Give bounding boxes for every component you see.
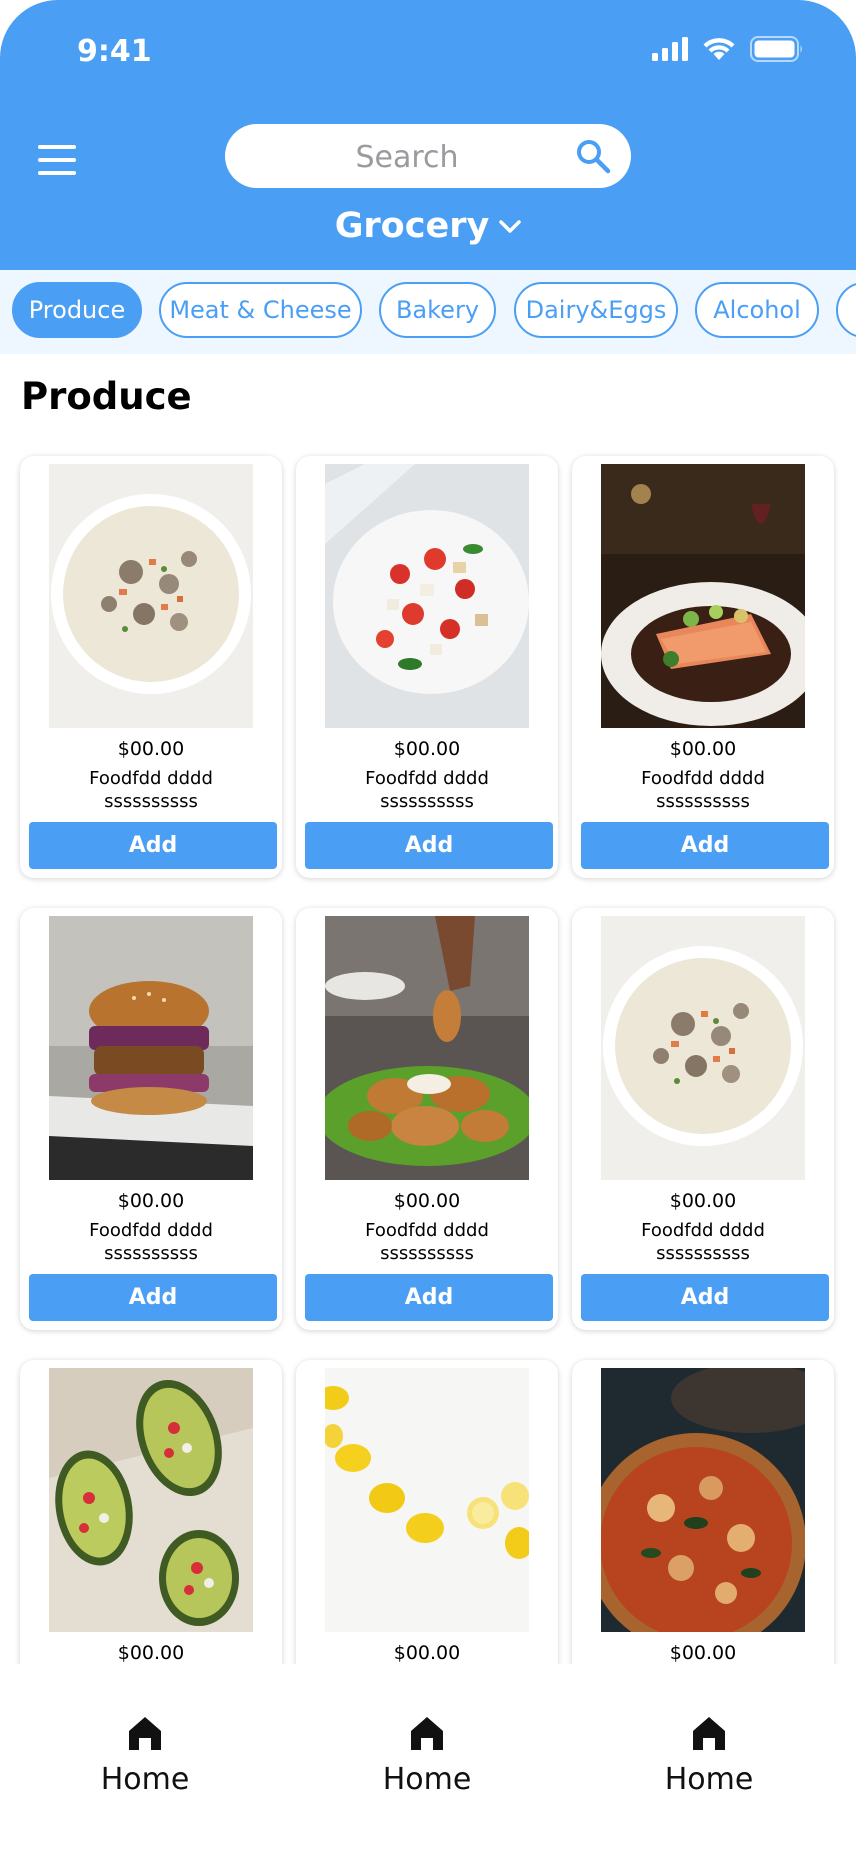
menu-line-icon <box>38 145 76 149</box>
product-price: $00.00 <box>117 1642 185 1664</box>
status-time: 9:41 <box>77 34 152 69</box>
product-title: Foodfdd dddd <box>365 768 489 789</box>
search-input[interactable] <box>255 124 559 190</box>
hamburger-menu-button[interactable] <box>38 145 76 175</box>
product-subtitle: ssssssssss <box>104 1243 198 1264</box>
product-price: $00.00 <box>117 738 185 760</box>
category-tabs: Produce Meat & Cheese Bakery Dairy&Eggs … <box>0 270 856 354</box>
category-chip-more[interactable] <box>836 282 856 338</box>
section-title: Produce <box>21 375 192 418</box>
product-subtitle: ssssssssss <box>380 791 474 812</box>
burger-image <box>49 916 253 1180</box>
product-name: Foodfdd dddd ssssssssss <box>20 1219 282 1265</box>
product-subtitle: ssssssssss <box>104 791 198 812</box>
category-chip-alcohol[interactable]: Alcohol <box>695 282 819 338</box>
stuffed-avocado-image <box>49 1368 253 1632</box>
salmon-plate-image <box>601 464 805 728</box>
product-price: $00.00 <box>393 738 461 760</box>
tomato-salad-image <box>325 464 529 728</box>
tab-label: Home <box>100 1762 190 1797</box>
category-chip-bakery[interactable]: Bakery <box>379 282 496 338</box>
product-price: $00.00 <box>393 1642 461 1664</box>
clam-chowder-image <box>601 916 805 1180</box>
product-subtitle: ssssssssss <box>656 1243 750 1264</box>
product-card[interactable]: $00.00 Foodfdd dddd ssssssssss Add <box>20 908 282 1330</box>
product-price: $00.00 <box>669 1190 737 1212</box>
product-name: Foodfdd dddd ssssssssss <box>20 767 282 813</box>
tab-home-2[interactable]: Home <box>327 1714 527 1797</box>
store-label: Grocery <box>334 206 490 246</box>
add-button[interactable]: Add <box>29 822 277 869</box>
product-card[interactable]: $00.00 Foodfdd dddd ssssssssss Add <box>296 456 558 878</box>
product-card[interactable]: $00.00 Foodfdd dddd ssssssssss Add <box>20 456 282 878</box>
product-name: Foodfdd dddd ssssssssss <box>296 1219 558 1265</box>
bottom-tab-bar: Home Home Home <box>0 1664 856 1852</box>
tab-home-1[interactable]: Home <box>45 1714 245 1797</box>
product-name: Foodfdd dddd ssssssssss <box>572 767 834 813</box>
product-price: $00.00 <box>117 1190 185 1212</box>
product-title: Foodfdd dddd <box>641 768 765 789</box>
product-price: $00.00 <box>669 738 737 760</box>
product-card[interactable]: $00.00 Foodfdd dddd ssssssssss Add <box>296 908 558 1330</box>
search-bar <box>225 124 631 190</box>
chevron-down-icon <box>499 220 522 233</box>
tab-label: Home <box>382 1762 472 1797</box>
wifi-icon <box>703 38 735 60</box>
category-chip-meat-cheese[interactable]: Meat & Cheese <box>159 282 362 338</box>
pizza-image <box>601 1368 805 1632</box>
product-card[interactable]: $00.00 Foodfdd dddd ssssssssss Add <box>572 456 834 878</box>
menu-line-icon <box>38 171 76 175</box>
store-selector[interactable]: Grocery <box>0 206 856 246</box>
add-button[interactable]: Add <box>581 1274 829 1321</box>
add-button[interactable]: Add <box>305 822 553 869</box>
home-icon <box>411 1717 443 1750</box>
cellular-signal-icon <box>652 37 688 61</box>
product-title: Foodfdd dddd <box>365 1220 489 1241</box>
home-icon <box>693 1717 725 1750</box>
product-title: Foodfdd dddd <box>89 768 213 789</box>
product-price: $00.00 <box>393 1190 461 1212</box>
category-chip-dairy-eggs[interactable]: Dairy&Eggs <box>514 282 678 338</box>
add-button[interactable]: Add <box>29 1274 277 1321</box>
product-name: Foodfdd dddd ssssssssss <box>296 767 558 813</box>
tab-home-3[interactable]: Home <box>609 1714 809 1797</box>
search-icon[interactable] <box>575 138 611 174</box>
tab-label: Home <box>664 1762 754 1797</box>
home-icon <box>129 1717 161 1750</box>
menu-line-icon <box>38 158 76 162</box>
add-button[interactable]: Add <box>581 822 829 869</box>
product-card[interactable]: $00.00 Foodfdd dddd ssssssssss Add <box>572 908 834 1330</box>
lemons-image <box>325 1368 529 1632</box>
clam-chowder-image <box>49 464 253 728</box>
category-chip-produce[interactable]: Produce <box>12 282 142 338</box>
product-subtitle: ssssssssss <box>656 791 750 812</box>
product-title: Foodfdd dddd <box>641 1220 765 1241</box>
product-title: Foodfdd dddd <box>89 1220 213 1241</box>
add-button[interactable]: Add <box>305 1274 553 1321</box>
product-subtitle: ssssssssss <box>380 1243 474 1264</box>
product-name: Foodfdd dddd ssssssssss <box>572 1219 834 1265</box>
battery-icon <box>750 36 802 62</box>
app-screen: 9:41 Search Grocery Produce Meat & Chees… <box>0 0 856 1852</box>
fried-chicken-image <box>325 916 529 1180</box>
product-price: $00.00 <box>669 1642 737 1664</box>
header: 9:41 Search Grocery <box>0 0 856 270</box>
status-icons <box>652 36 804 62</box>
